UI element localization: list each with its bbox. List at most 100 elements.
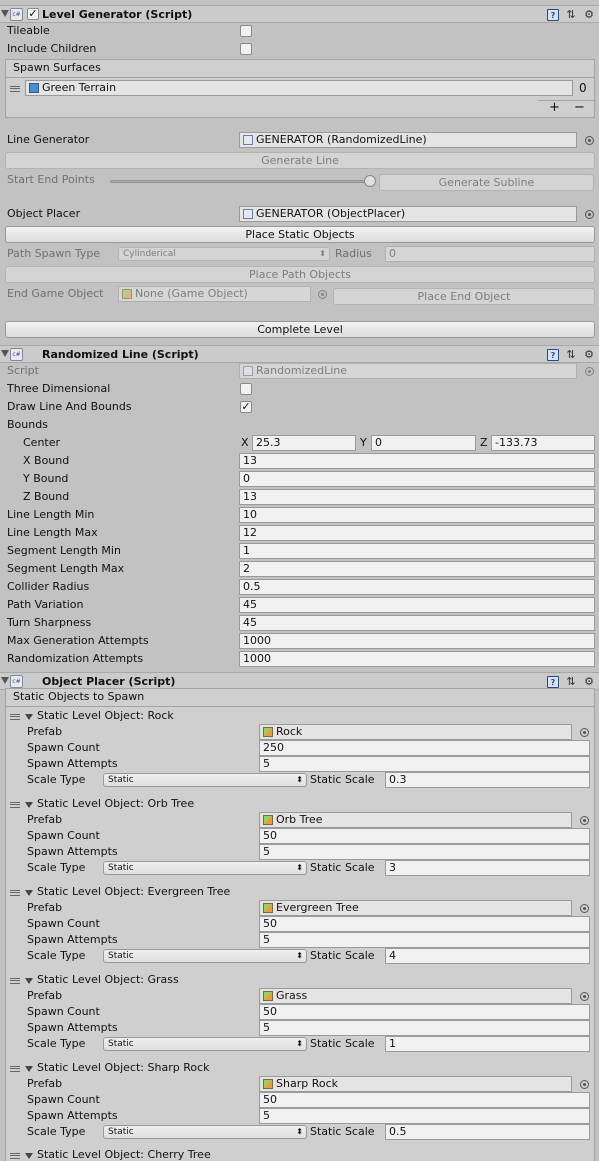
spawn-attempts-field[interactable]: 5 — [259, 1108, 590, 1124]
remove-item-button[interactable]: − — [574, 101, 585, 115]
preset-icon[interactable]: ⇅ — [565, 349, 577, 361]
gear-icon[interactable]: ⚙ — [583, 9, 595, 21]
expand-arrow-icon[interactable] — [25, 890, 33, 896]
number-field[interactable]: 0 — [239, 471, 595, 487]
number-field[interactable]: 1000 — [239, 633, 595, 649]
number-field[interactable]: 13 — [239, 453, 595, 469]
drag-handle-icon[interactable] — [10, 802, 20, 808]
draw-line-checkbox[interactable]: ✓ — [240, 401, 252, 413]
component-enabled-checkbox[interactable]: ✓ — [27, 8, 39, 20]
drag-handle-icon[interactable] — [10, 86, 20, 92]
prefab-field[interactable]: Rock — [259, 724, 572, 740]
end-game-object-field[interactable]: None (Game Object) — [118, 286, 311, 302]
number-field[interactable]: 0.5 — [239, 579, 595, 595]
radius-field[interactable]: 0 — [385, 246, 595, 262]
static-scale-field[interactable]: 1 — [385, 1036, 590, 1052]
help-book-icon[interactable]: ? — [547, 9, 559, 21]
place-path-objects-button[interactable]: Place Path Objects — [5, 266, 595, 283]
randomized-line-header[interactable]: c# Randomized Line (Script) ? ⇅ ⚙ — [0, 345, 599, 363]
spawn-attempts-field[interactable]: 5 — [259, 756, 590, 772]
spawn-attempts-field[interactable]: 5 — [259, 1020, 590, 1036]
item-title[interactable]: Static Level Object: Grass — [37, 973, 179, 987]
generate-subline-button[interactable]: Generate Subline — [379, 174, 594, 191]
foldout-arrow-icon[interactable] — [1, 677, 9, 684]
complete-level-button[interactable]: Complete Level — [5, 321, 595, 338]
object-picker-icon[interactable] — [580, 992, 589, 1001]
gear-icon[interactable]: ⚙ — [583, 676, 595, 688]
level-generator-header[interactable]: c# ✓ Level Generator (Script) ? ⇅ ⚙ — [0, 5, 599, 23]
object-picker-icon[interactable] — [318, 290, 327, 299]
drag-handle-icon[interactable] — [10, 978, 20, 984]
spawn-count-field[interactable]: 50 — [259, 828, 590, 844]
add-item-button[interactable]: + — [549, 101, 560, 115]
foldout-arrow-icon[interactable] — [1, 10, 9, 17]
prefab-field[interactable]: Sharp Rock — [259, 1076, 572, 1092]
spawn-surface-field[interactable]: Green Terrain — [25, 80, 573, 96]
number-field[interactable]: 1000 — [239, 651, 595, 667]
center-y-field[interactable]: 0 — [371, 435, 476, 451]
three-dimensional-checkbox[interactable] — [240, 383, 252, 395]
prefab-field[interactable]: Grass — [259, 988, 572, 1004]
scale-type-dropdown[interactable]: Static ⬍ — [103, 1037, 307, 1051]
spawn-count-field[interactable]: 50 — [259, 1092, 590, 1108]
number-field[interactable]: 45 — [239, 597, 595, 613]
expand-arrow-icon[interactable] — [25, 1066, 33, 1072]
place-static-objects-button[interactable]: Place Static Objects — [5, 226, 595, 243]
object-placer-field[interactable]: GENERATOR (ObjectPlacer) — [239, 206, 577, 222]
object-picker-icon[interactable] — [580, 904, 589, 913]
number-field[interactable]: 10 — [239, 507, 595, 523]
line-generator-field[interactable]: GENERATOR (RandomizedLine) — [239, 132, 577, 148]
expand-arrow-icon[interactable] — [25, 978, 33, 984]
center-x-label[interactable]: X — [241, 436, 249, 450]
object-picker-icon[interactable] — [580, 1080, 589, 1089]
static-scale-field[interactable]: 0.3 — [385, 772, 590, 788]
static-scale-field[interactable]: 4 — [385, 948, 590, 964]
expand-arrow-icon[interactable] — [25, 1153, 33, 1159]
drag-handle-icon[interactable] — [10, 714, 20, 720]
static-scale-field[interactable]: 0.5 — [385, 1124, 590, 1140]
spawn-attempts-field[interactable]: 5 — [259, 844, 590, 860]
spawn-count-field[interactable]: 50 — [259, 1004, 590, 1020]
scale-type-dropdown[interactable]: Static ⬍ — [103, 1125, 307, 1139]
spawn-count-field[interactable]: 250 — [259, 740, 590, 756]
spawn-count-field[interactable]: 50 — [259, 916, 590, 932]
center-y-label[interactable]: Y — [360, 436, 367, 450]
number-field[interactable]: 1 — [239, 543, 595, 559]
drag-handle-icon[interactable] — [10, 1066, 20, 1072]
number-field[interactable]: 13 — [239, 489, 595, 505]
spawn-attempts-field[interactable]: 5 — [259, 932, 590, 948]
item-title[interactable]: Static Level Object: Evergreen Tree — [37, 885, 230, 899]
number-field[interactable]: 45 — [239, 615, 595, 631]
preset-icon[interactable]: ⇅ — [565, 9, 577, 21]
scale-type-dropdown[interactable]: Static ⬍ — [103, 861, 307, 875]
prefab-field[interactable]: Orb Tree — [259, 812, 572, 828]
object-picker-icon[interactable] — [585, 136, 594, 145]
include-children-checkbox[interactable] — [240, 43, 252, 55]
expand-arrow-icon[interactable] — [25, 802, 33, 808]
object-picker-icon[interactable] — [585, 210, 594, 219]
preset-icon[interactable]: ⇅ — [565, 676, 577, 688]
last-item-title[interactable]: Static Level Object: Cherry Tree — [37, 1148, 211, 1161]
gear-icon[interactable]: ⚙ — [583, 349, 595, 361]
foldout-arrow-icon[interactable] — [1, 350, 9, 357]
static-scale-field[interactable]: 3 — [385, 860, 590, 876]
place-end-object-button[interactable]: Place End Object — [333, 288, 595, 305]
item-title[interactable]: Static Level Object: Sharp Rock — [37, 1061, 210, 1075]
help-book-icon[interactable]: ? — [547, 676, 559, 688]
center-x-field[interactable]: 25.3 — [252, 435, 356, 451]
expand-arrow-icon[interactable] — [25, 714, 33, 720]
item-title[interactable]: Static Level Object: Rock — [37, 709, 174, 723]
generate-line-button[interactable]: Generate Line — [5, 152, 595, 169]
item-title[interactable]: Static Level Object: Orb Tree — [37, 797, 194, 811]
scale-type-dropdown[interactable]: Static ⬍ — [103, 949, 307, 963]
tileable-checkbox[interactable] — [240, 25, 252, 37]
scale-type-dropdown[interactable]: Static ⬍ — [103, 773, 307, 787]
prefab-field[interactable]: Evergreen Tree — [259, 900, 572, 916]
number-field[interactable]: 2 — [239, 561, 595, 577]
object-picker-icon[interactable] — [580, 728, 589, 737]
drag-handle-icon[interactable] — [10, 890, 20, 896]
object-picker-icon[interactable] — [580, 816, 589, 825]
slider-thumb[interactable] — [364, 175, 376, 187]
number-field[interactable]: 12 — [239, 525, 595, 541]
drag-handle-icon[interactable] — [10, 1153, 20, 1159]
